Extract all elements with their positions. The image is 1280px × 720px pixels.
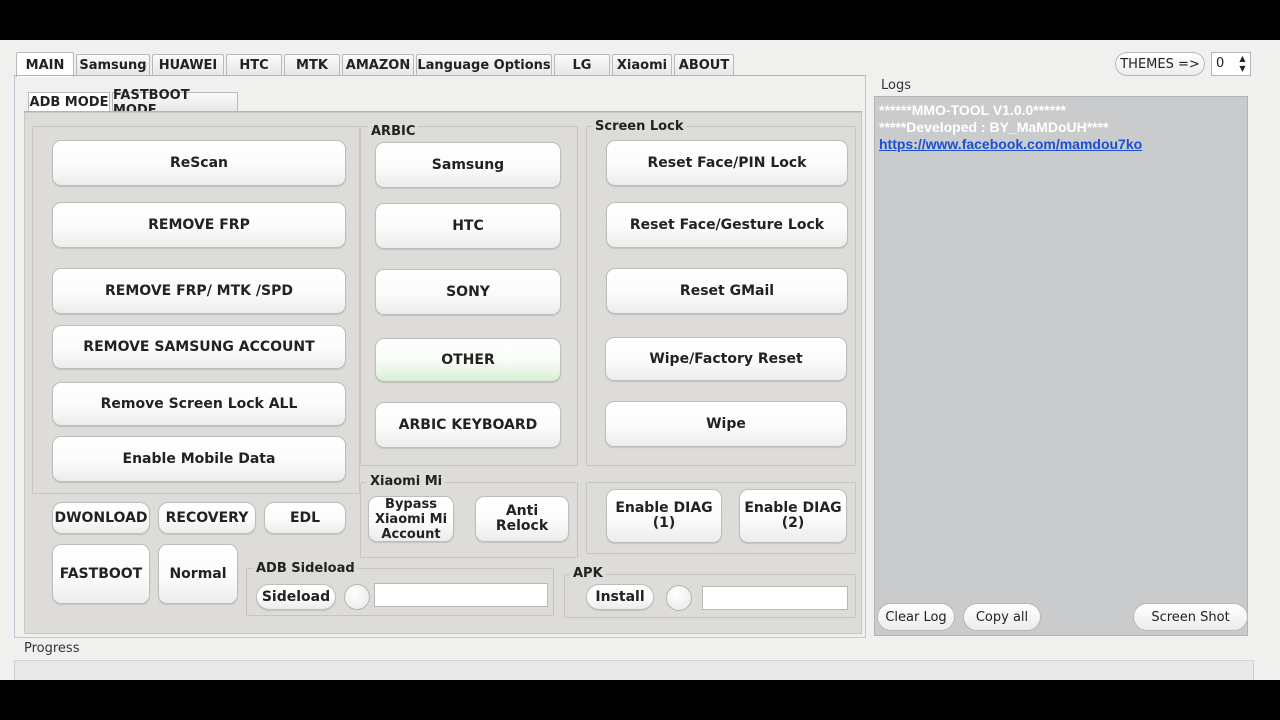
logs-label: Logs	[881, 78, 911, 93]
apk-install-button[interactable]: Install	[586, 584, 654, 610]
edl-mode-button[interactable]: EDL	[264, 502, 346, 534]
copy-all-button[interactable]: Copy all	[963, 603, 1041, 631]
normal-mode-button[interactable]: Normal	[158, 544, 238, 604]
themes-value: 0	[1216, 56, 1225, 71]
fastboot-mode-button[interactable]: FASTBOOT	[52, 544, 150, 604]
subtab-fastboot-mode[interactable]: FASTBOOT MODE	[112, 88, 238, 118]
reset-face-pin-lock-button[interactable]: Reset Face/PIN Lock	[606, 140, 848, 186]
clear-log-button[interactable]: Clear Log	[877, 603, 955, 631]
arbic-htc-button[interactable]: HTC	[375, 203, 561, 249]
enable-diag-1-button[interactable]: Enable DIAG (1)	[606, 489, 722, 543]
recovery-mode-button[interactable]: RECOVERY	[158, 502, 256, 534]
subtab-adb-mode[interactable]: ADB MODE	[28, 92, 110, 112]
remove-samsung-account-button[interactable]: REMOVE SAMSUNG ACCOUNT	[52, 325, 346, 369]
tab-about[interactable]: ABOUT	[674, 54, 734, 76]
remove-frp-button[interactable]: REMOVE FRP	[52, 202, 346, 248]
sideload-file-path-field[interactable]	[374, 583, 548, 607]
remove-frp-mtk-spd-button[interactable]: REMOVE FRP/ MTK /SPD	[52, 268, 346, 314]
arbic-group-title: ARBIC	[368, 124, 419, 139]
progress-label: Progress	[24, 641, 80, 656]
sideload-button[interactable]: Sideload	[256, 584, 336, 610]
logs-output[interactable]: ******MMO-TOOL V1.0.0****** *****Develop…	[874, 96, 1248, 636]
app-window: MAIN Samsung HUAWEI HTC MTK AMAZON Langu…	[0, 40, 1280, 680]
spinner-down-icon[interactable]: ▼	[1236, 64, 1249, 74]
progress-bar	[14, 660, 1254, 680]
facebook-link[interactable]: https://www.facebook.com/mamdou7ko	[879, 136, 1243, 153]
arbic-keyboard-button[interactable]: ARBIC KEYBOARD	[375, 402, 561, 448]
sideload-browse-button[interactable]	[344, 584, 370, 610]
download-mode-button[interactable]: DWONLOAD	[52, 502, 150, 534]
wipe-button[interactable]: Wipe	[605, 401, 847, 447]
xiaomi-group-title: Xiaomi Mi	[367, 474, 446, 489]
log-line: ******MMO-TOOL V1.0.0******	[879, 102, 1066, 118]
spinner-up-icon[interactable]: ▲	[1236, 54, 1249, 64]
tab-samsung[interactable]: Samsung	[76, 54, 150, 76]
sideload-group-title: ADB Sideload	[253, 561, 358, 576]
arbic-sony-button[interactable]: SONY	[375, 269, 561, 315]
tab-language-options[interactable]: Language Options	[416, 54, 552, 76]
screen-shot-button[interactable]: Screen Shot	[1133, 603, 1248, 631]
tab-lg[interactable]: LG	[554, 54, 610, 76]
tab-amazon[interactable]: AMAZON	[342, 54, 414, 76]
reset-face-gesture-lock-button[interactable]: Reset Face/Gesture Lock	[606, 202, 848, 248]
apk-file-path-field[interactable]	[702, 586, 848, 610]
tab-xiaomi[interactable]: Xiaomi	[612, 54, 672, 76]
apk-group-title: APK	[570, 566, 606, 581]
tab-mtk[interactable]: MTK	[284, 54, 340, 76]
arbic-other-button[interactable]: OTHER	[375, 338, 561, 382]
enable-diag-2-button[interactable]: Enable DIAG (2)	[739, 489, 847, 543]
anti-relock-button[interactable]: Anti Relock	[475, 496, 569, 542]
arbic-samsung-button[interactable]: Samsung	[375, 142, 561, 188]
wipe-factory-reset-button[interactable]: Wipe/Factory Reset	[605, 337, 847, 381]
bypass-xiaomi-account-button[interactable]: Bypass Xiaomi Mi Account	[368, 496, 454, 542]
remove-screen-lock-all-button[interactable]: Remove Screen Lock ALL	[52, 382, 346, 426]
themes-spinner-arrows[interactable]: ▲ ▼	[1236, 54, 1249, 74]
tab-htc[interactable]: HTC	[226, 54, 282, 76]
tab-huawei[interactable]: HUAWEI	[152, 54, 224, 76]
reset-gmail-button[interactable]: Reset GMail	[606, 268, 848, 314]
log-line: *****Developed : BY_MaMDoUH****	[879, 119, 1109, 135]
themes-button[interactable]: THEMES =>	[1115, 52, 1205, 76]
themes-spinner[interactable]: 0 ▲ ▼	[1211, 52, 1251, 76]
enable-mobile-data-button[interactable]: Enable Mobile Data	[52, 436, 346, 482]
tab-main[interactable]: MAIN	[16, 52, 74, 77]
screen-lock-group-title: Screen Lock	[592, 119, 687, 134]
rescan-button[interactable]: ReScan	[52, 140, 346, 186]
apk-browse-button[interactable]	[666, 585, 692, 611]
